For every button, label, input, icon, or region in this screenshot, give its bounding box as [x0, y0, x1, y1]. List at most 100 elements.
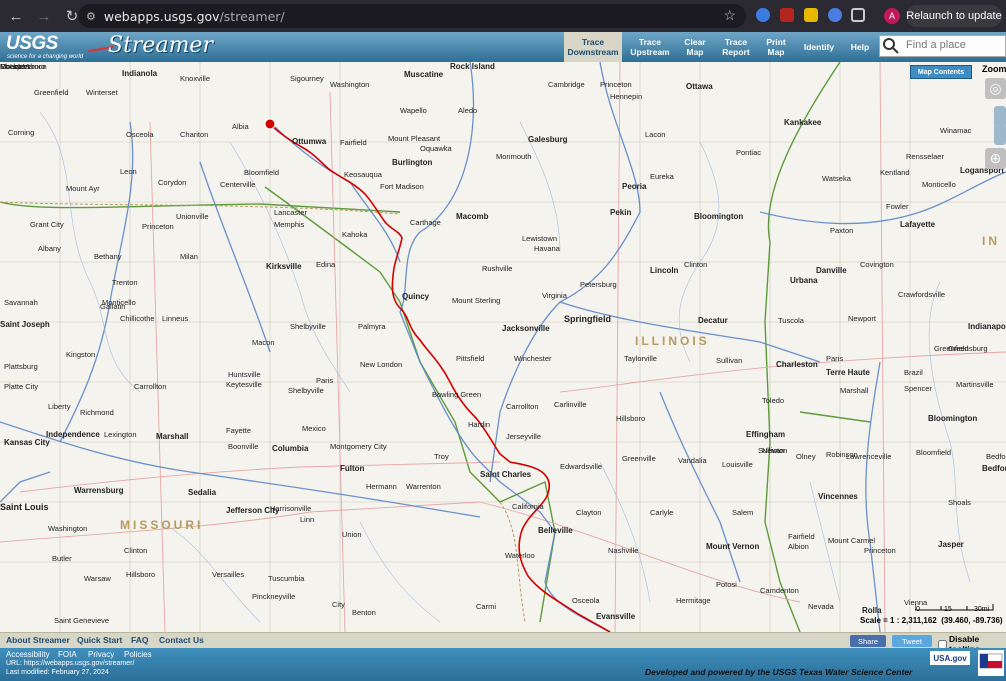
place-label: Carrollton	[506, 402, 539, 411]
facebook-share-button[interactable]: Share	[850, 635, 886, 647]
place-label: New London	[360, 360, 403, 369]
place-label: Hermann	[366, 482, 397, 491]
map-layer	[0, 62, 1006, 632]
place-label: Sigourney	[290, 74, 324, 83]
about-streamer-link[interactable]: About Streamer	[6, 635, 70, 645]
clear-map-button[interactable]: Clear Map	[678, 32, 712, 62]
map-contents-button[interactable]: Map Contents	[910, 65, 972, 79]
place-label: Bloomfield	[916, 448, 952, 457]
extensions-puzzle-icon[interactable]	[851, 8, 865, 22]
place-label: Montgomery City	[330, 442, 387, 451]
relaunch-button[interactable]: Relaunch to update	[906, 5, 1002, 27]
profile-avatar[interactable]: A	[884, 8, 900, 24]
zoom-out-icon[interactable]	[994, 124, 1006, 145]
map-canvas[interactable]: Indianola Knoxville Sigourney Washington Mus…	[0, 62, 1006, 632]
place-label: Memphis	[274, 220, 305, 229]
place-label: Burlington	[392, 158, 433, 167]
place-label: Lexington	[104, 430, 137, 439]
place-label: Shoals	[948, 498, 971, 507]
scale-label-15: 15	[944, 606, 952, 613]
place-label: Macomb	[456, 212, 489, 221]
place-label: Lancaster	[274, 208, 307, 217]
last-modified: Last modified: February 27, 2024	[6, 669, 109, 676]
developed-by-credit: Developed and powered by the USGS Texas …	[645, 667, 913, 677]
place-label: Olney	[796, 452, 816, 461]
place-label: Albia	[232, 122, 249, 131]
place-label: Hermitage	[676, 596, 711, 605]
site-info-icon[interactable]: ⚙	[86, 10, 96, 23]
place-label: Bloomfield	[244, 168, 280, 177]
place-label: Hardin	[468, 420, 491, 429]
extension-icon[interactable]	[780, 8, 794, 22]
place-label: Saint Louis	[0, 502, 49, 512]
place-label: Bedford	[982, 464, 1006, 473]
place-label: Pinckneyville	[252, 592, 296, 601]
state-label-missouri: MISSOURI	[120, 518, 204, 532]
help-button[interactable]: Help	[844, 32, 876, 62]
forward-icon[interactable]: →	[32, 4, 56, 28]
texas-flag-logo[interactable]	[978, 650, 1004, 676]
identify-button[interactable]: Identify	[798, 32, 840, 62]
place-label: Edwardsville	[560, 462, 603, 471]
usgs-logo[interactable]: USGS	[6, 33, 58, 55]
zoom-label: Zoom	[982, 64, 1006, 74]
place-label: Taylorville	[624, 354, 657, 363]
tweet-button[interactable]: Tweet	[892, 635, 932, 647]
trace-downstream-button[interactable]: Trace Downstream	[564, 32, 622, 62]
faq-link[interactable]: FAQ	[131, 635, 148, 645]
quick-start-link[interactable]: Quick Start	[77, 635, 122, 645]
locate-me-icon[interactable]: ⊕	[985, 148, 1006, 169]
place-label: Pontiac	[736, 148, 762, 157]
place-label: Aledo	[458, 106, 478, 115]
place-label: Eureka	[650, 172, 674, 181]
place-label: Lincoln	[650, 266, 679, 275]
place-label: Brazil	[904, 368, 923, 377]
state-label-indiana: IN	[982, 234, 1000, 248]
bookmark-star-icon[interactable]: ☆	[723, 7, 736, 24]
footer-bottom: Accessibility FOIA Privacy Policies URL:…	[0, 648, 1006, 681]
contact-us-link[interactable]: Contact Us	[159, 635, 204, 645]
place-label: Mount Carmel	[828, 536, 876, 545]
print-map-button[interactable]: Print Map	[760, 32, 792, 62]
place-search[interactable]	[879, 35, 1006, 57]
place-label: Rolla	[862, 606, 882, 615]
extension-icon[interactable]	[756, 8, 770, 22]
place-label: Decatur	[698, 316, 728, 325]
usagov-logo[interactable]: USA.gov	[930, 651, 970, 665]
place-label: Jefferson City	[226, 506, 280, 515]
place-label: Albion	[788, 542, 809, 551]
footer-links-bar: About Streamer Quick Start FAQ Contact U…	[0, 632, 1006, 654]
place-label: Camdenton	[760, 586, 799, 595]
place-label: Pittsfield	[456, 354, 485, 363]
state-label-illinois: ILLINOIS	[635, 334, 710, 348]
page-url: URL: https://webapps.usgs.gov/streamer/	[6, 660, 135, 667]
address-bar[interactable]: ⚙ webapps.usgs.gov/streamer/ ☆	[78, 4, 746, 28]
place-label: Warrenton	[406, 482, 441, 491]
policies-link[interactable]: Policies	[124, 650, 152, 659]
place-label: Hillsboro	[126, 570, 156, 579]
place-label: Charleston	[776, 360, 818, 369]
place-label: Louisville	[722, 460, 753, 469]
extension-icon[interactable]	[828, 8, 842, 22]
place-label: Nevada	[808, 602, 834, 611]
place-label: Linn	[300, 515, 315, 524]
place-label: Carthage	[410, 218, 441, 227]
place-label: Savannah	[4, 298, 38, 307]
search-icon[interactable]	[882, 37, 900, 55]
foia-link[interactable]: FOIA	[58, 650, 77, 659]
back-icon[interactable]: ←	[4, 4, 28, 28]
basemap-globe-icon[interactable]: ◎	[985, 78, 1006, 99]
place-label: Independence	[46, 430, 100, 439]
privacy-link[interactable]: Privacy	[88, 650, 114, 659]
trace-report-button[interactable]: Trace Report	[716, 32, 756, 62]
place-label: Benton	[352, 608, 376, 617]
place-label: Milan	[180, 252, 198, 261]
place-label: Corydon	[158, 178, 187, 187]
place-label: Indianola	[122, 69, 158, 78]
accessibility-link[interactable]: Accessibility	[6, 650, 50, 659]
extension-icon[interactable]	[804, 8, 818, 22]
trace-upstream-button[interactable]: Trace Upstream	[626, 32, 674, 62]
place-label: Kankakee	[784, 118, 822, 127]
url-text: webapps.usgs.gov/streamer/	[103, 8, 285, 24]
search-input[interactable]	[906, 39, 1002, 51]
